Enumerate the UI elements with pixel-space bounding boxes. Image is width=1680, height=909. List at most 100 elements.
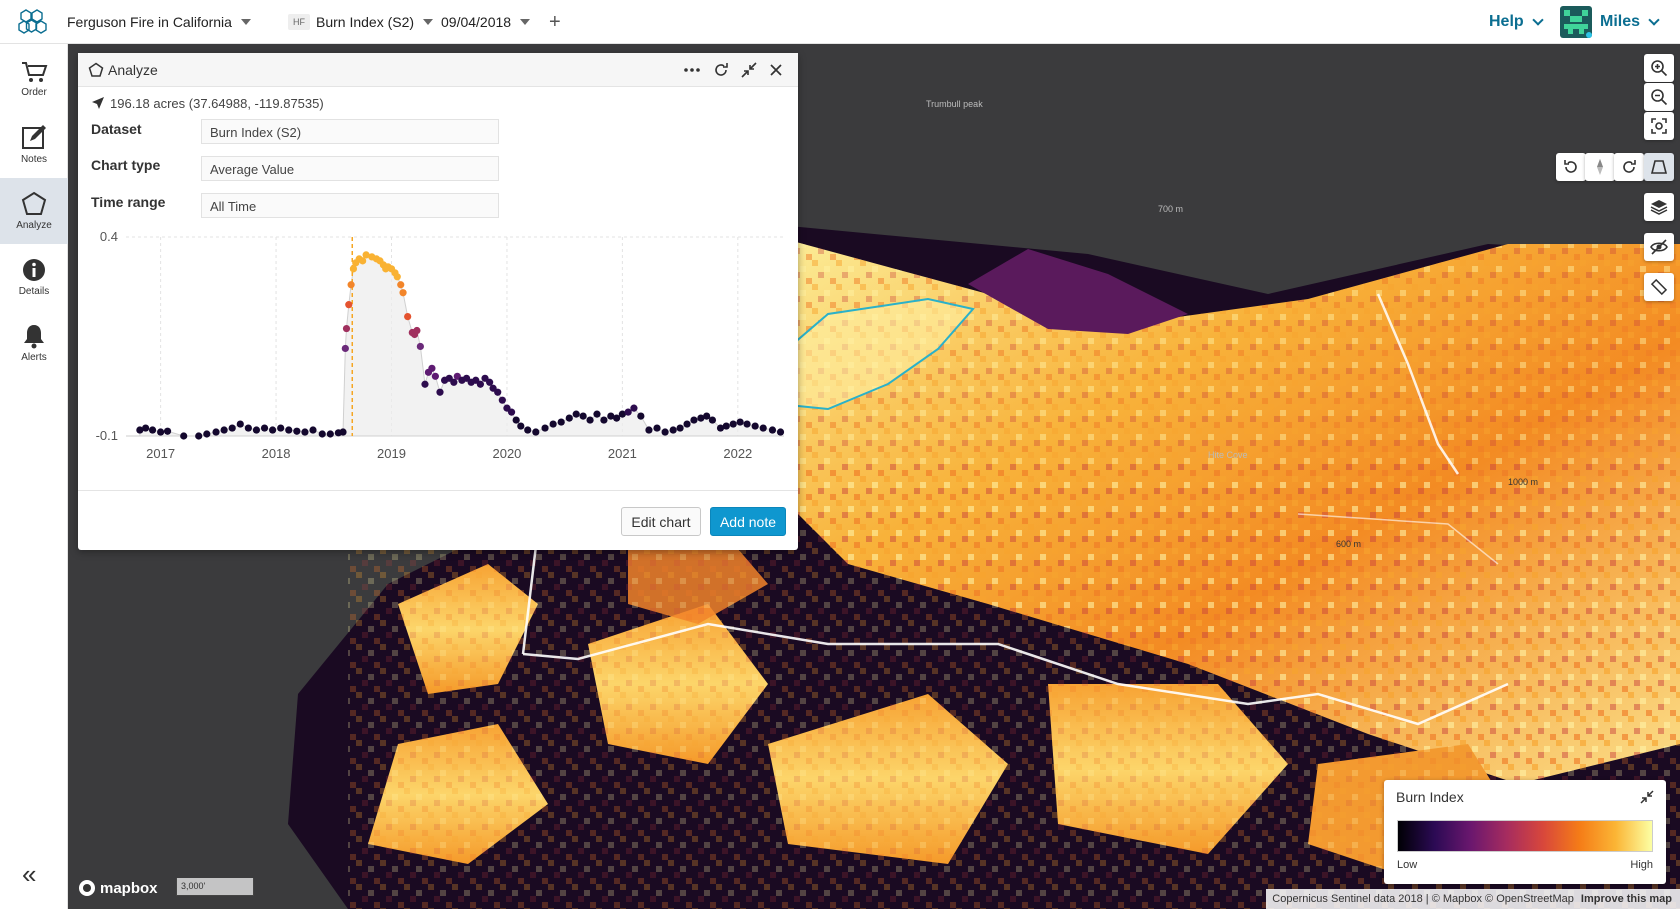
plus-icon: + xyxy=(549,10,561,33)
data-point xyxy=(776,428,785,436)
toggle-visibility-button[interactable] xyxy=(1644,233,1674,261)
data-point xyxy=(494,388,502,396)
sidebar-item-label: Analyze xyxy=(16,220,52,231)
scale-bar: 3,000' xyxy=(176,878,254,896)
chart-type-field[interactable]: Average Value xyxy=(201,156,499,181)
time-range-field[interactable]: All Time xyxy=(201,193,499,218)
mapbox-text: mapbox xyxy=(100,879,158,897)
legend-high-label: High xyxy=(1630,859,1653,871)
data-point xyxy=(301,428,309,436)
rotate-right-icon xyxy=(1623,160,1636,173)
sidebar: Order Notes Analyze Details Alerts « xyxy=(0,44,68,909)
data-point xyxy=(653,424,661,432)
zoom-out-icon xyxy=(1651,89,1668,106)
analyze-icon xyxy=(21,191,47,215)
zoom-in-button[interactable] xyxy=(1644,54,1674,82)
dataset-name: Burn Index (S2) xyxy=(316,14,415,30)
add-note-button[interactable]: Add note xyxy=(710,507,786,536)
data-point xyxy=(326,430,334,438)
data-point xyxy=(630,404,638,412)
notes-icon xyxy=(22,125,46,149)
x-tick-label: 2021 xyxy=(608,446,637,461)
data-point xyxy=(661,428,669,436)
chevron-down-icon xyxy=(1532,14,1544,26)
rotate-left-icon xyxy=(1564,160,1577,173)
double-chevron-left-icon: « xyxy=(22,859,37,889)
data-point xyxy=(236,420,244,428)
data-point xyxy=(341,344,349,353)
sidebar-item-label: Alerts xyxy=(21,352,47,363)
area-summary: 196.18 acres (37.64988, -119.87535) xyxy=(110,96,324,111)
data-point xyxy=(572,410,580,418)
data-point xyxy=(736,418,744,426)
edit-chart-button[interactable]: Edit chart xyxy=(621,507,701,536)
collapse-sidebar-button[interactable]: « xyxy=(22,861,36,887)
date-selector[interactable]: 09/04/2018 xyxy=(441,0,531,44)
rotate-right-button[interactable] xyxy=(1614,153,1644,181)
chart-type-label: Chart type xyxy=(91,157,161,173)
data-point xyxy=(339,428,347,436)
x-tick-label: 2017 xyxy=(146,446,175,461)
x-tick-label: 2019 xyxy=(377,446,406,461)
data-point xyxy=(586,416,594,424)
data-point xyxy=(203,430,211,438)
x-tick-label: 2018 xyxy=(262,446,291,461)
close-icon[interactable] xyxy=(769,63,783,77)
sidebar-item-details[interactable]: Details xyxy=(0,244,68,310)
tilt-3d-button[interactable] xyxy=(1644,153,1674,181)
color-ramp xyxy=(1397,820,1653,852)
data-point xyxy=(277,424,285,432)
data-point xyxy=(751,422,759,430)
dataset-badge: HF xyxy=(288,14,310,30)
layers-button[interactable] xyxy=(1644,193,1674,221)
data-point xyxy=(507,408,516,416)
sidebar-item-analyze[interactable]: Analyze xyxy=(0,178,68,244)
sidebar-item-notes[interactable]: Notes xyxy=(0,112,68,178)
data-point xyxy=(637,412,645,420)
data-point xyxy=(645,426,653,434)
dataset-selector[interactable]: HF Burn Index (S2) xyxy=(288,0,434,44)
minimize-icon[interactable] xyxy=(740,61,758,79)
data-point xyxy=(309,426,317,434)
sidebar-item-label: Order xyxy=(21,87,47,98)
data-point xyxy=(345,301,353,309)
logo-icon[interactable] xyxy=(18,8,48,36)
data-point xyxy=(743,420,751,428)
sidebar-item-label: Notes xyxy=(20,154,48,165)
data-point xyxy=(683,420,691,428)
help-menu[interactable]: Help xyxy=(1489,0,1544,44)
user-menu[interactable]: Miles xyxy=(1560,0,1660,44)
data-point xyxy=(768,426,777,434)
rotate-left-button[interactable] xyxy=(1556,153,1586,181)
sidebar-item-order[interactable]: Order xyxy=(0,46,68,112)
map-label: 1000 m xyxy=(1508,477,1539,487)
fit-bounds-button[interactable] xyxy=(1644,112,1674,140)
data-point xyxy=(228,424,236,432)
add-date-button[interactable]: + xyxy=(549,0,561,44)
legend-low-label: Low xyxy=(1397,859,1418,871)
refresh-icon[interactable] xyxy=(712,61,730,79)
dataset-field[interactable]: Burn Index (S2) xyxy=(201,119,499,144)
data-point xyxy=(416,342,424,351)
burn-index-chart[interactable]: 2017 2018 2019 2020 2021 2022 0.4 -0.1 xyxy=(78,223,798,463)
measure-button[interactable] xyxy=(1644,273,1674,301)
data-point xyxy=(244,424,252,432)
data-point xyxy=(512,416,520,424)
compass-button[interactable] xyxy=(1585,153,1615,181)
improve-map-link[interactable]: Improve this map xyxy=(1581,893,1672,905)
zoom-out-button[interactable] xyxy=(1644,83,1674,111)
layers-icon xyxy=(1650,200,1668,215)
data-point xyxy=(759,424,767,432)
data-point xyxy=(252,426,261,434)
panel-header: Analyze xyxy=(78,53,798,87)
more-icon[interactable] xyxy=(683,65,701,75)
collapse-legend-icon[interactable] xyxy=(1640,790,1654,804)
data-point xyxy=(498,396,506,404)
sidebar-item-alerts[interactable]: Alerts xyxy=(0,310,68,376)
ruler-icon xyxy=(1650,278,1668,296)
mapbox-logo[interactable]: mapbox xyxy=(78,879,158,897)
project-selector[interactable]: Ferguson Fire in California xyxy=(67,0,251,44)
perspective-icon xyxy=(1650,160,1668,174)
fit-bounds-icon xyxy=(1651,118,1667,134)
bell-icon xyxy=(24,325,44,349)
